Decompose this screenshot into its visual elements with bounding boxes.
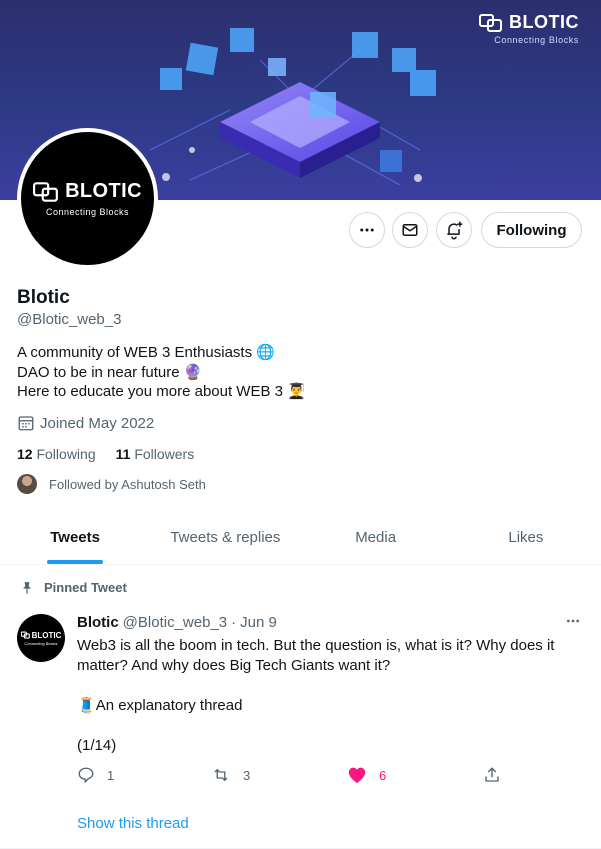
retweet-icon <box>214 768 228 782</box>
avatar-brand-word: BLOTIC <box>65 180 142 202</box>
more-horizontal-icon <box>360 228 374 232</box>
profile-tabs: Tweets Tweets & replies Media Likes <box>0 510 601 565</box>
profile-name: Blotic <box>17 287 70 308</box>
share-button[interactable] <box>483 766 501 784</box>
avatar-brand-tagline: Connecting Blocks <box>45 207 130 217</box>
followers-stat[interactable]: 11 Followers <box>116 446 195 462</box>
tweet-avatar-tagline: Connecting Blocks <box>24 640 58 646</box>
tab-media[interactable]: Media <box>301 510 451 564</box>
globe-icon: 🌐 <box>256 344 275 361</box>
student-icon: 👨‍🎓 <box>286 383 306 400</box>
bio-line: A community of WEB 3 Enthusiasts 🌐 <box>17 343 306 363</box>
following-stat[interactable]: 12 Following <box>17 446 96 462</box>
more-horizontal-icon <box>567 619 579 623</box>
calendar-icon <box>18 416 34 431</box>
bio-text: Here to educate you more about WEB 3 <box>17 383 283 400</box>
show-thread-link[interactable]: Show this thread <box>77 815 189 832</box>
crystal-ball-icon: 🔮 <box>183 363 203 381</box>
tweet-paragraph-text: An explanatory thread <box>95 697 243 714</box>
follower-avatar <box>17 474 37 494</box>
message-button[interactable] <box>392 212 428 248</box>
bio-text: A community of WEB 3 Enthusiasts <box>17 344 253 361</box>
blotic-logo-icon <box>479 13 502 32</box>
like-count: 6 <box>379 767 387 783</box>
bio-line: Here to educate you more about WEB 3 👨‍🎓 <box>17 382 306 402</box>
pinned-label: Pinned Tweet <box>20 580 127 595</box>
tweet-date[interactable]: Jun 9 <box>240 614 277 631</box>
following-label: Following <box>36 446 96 462</box>
followed-by-text: Followed by Ashutosh Seth <box>49 476 206 492</box>
reply-icon <box>78 767 94 784</box>
bio-text: DAO to be in near future <box>17 363 180 381</box>
followed-by[interactable]: Followed by Ashutosh Seth <box>17 474 206 494</box>
tab-tweets[interactable]: Tweets <box>0 510 150 564</box>
tweet-more-button[interactable] <box>560 611 586 631</box>
joined-text: Joined May 2022 <box>40 414 155 432</box>
thread-icon: 🧵 <box>77 697 96 714</box>
followers-label: Followers <box>134 446 195 462</box>
banner-brand-tagline: Connecting Blocks <box>494 35 579 45</box>
blotic-logo-icon <box>20 631 30 639</box>
banner-brand: BLOTIC Connecting Blocks <box>479 12 579 45</box>
bio-line: DAO to be in near future 🔮 <box>17 363 306 383</box>
joined-date: Joined May 2022 <box>17 414 154 432</box>
bell-plus-icon <box>447 221 463 240</box>
more-options-button[interactable] <box>349 212 385 248</box>
profile-bio: A community of WEB 3 Enthusiasts 🌐 DAO t… <box>17 343 306 402</box>
follow-stats: 12 Following 11 Followers <box>17 446 194 462</box>
tweet-actions: 1 3 6 <box>77 766 501 784</box>
tweet-separator: · <box>231 614 237 631</box>
banner-brand-word: BLOTIC <box>509 12 579 32</box>
blotic-logo-icon <box>33 181 58 202</box>
tweet-paragraph: 🧵An explanatory thread <box>77 696 582 716</box>
pinned-text: Pinned Tweet <box>44 580 127 595</box>
profile-avatar[interactable]: BLOTIC Connecting Blocks <box>17 128 158 269</box>
tweet-avatar-word: BLOTIC <box>31 630 62 640</box>
tweet-avatar-row: BLOTIC <box>20 630 62 640</box>
envelope-icon <box>402 224 418 236</box>
reply-count: 1 <box>107 767 115 783</box>
tweet-body: Web3 is all the boom in tech. But the qu… <box>77 636 582 776</box>
profile-handle: @Blotic_web_3 <box>17 311 122 328</box>
pin-icon <box>22 581 32 594</box>
followers-count: 11 <box>115 446 131 462</box>
share-icon <box>485 767 499 782</box>
tweet-paragraph: (1/14) <box>77 737 117 754</box>
tab-tweets-replies[interactable]: Tweets & replies <box>150 510 300 564</box>
tweet-author-handle[interactable]: @Blotic_web_3 <box>123 614 227 631</box>
retweet-count: 3 <box>243 767 251 783</box>
tab-likes[interactable]: Likes <box>451 510 601 564</box>
tweet-paragraph: Web3 is all the boom in tech. But the qu… <box>77 637 555 674</box>
reply-button[interactable]: 1 <box>77 766 211 784</box>
tweet-header: Blotic @Blotic_web_3 · Jun 9 <box>77 614 277 631</box>
heart-icon <box>348 767 366 784</box>
tweet-avatar[interactable]: BLOTIC Connecting Blocks <box>17 614 65 662</box>
retweet-button[interactable]: 3 <box>211 766 347 784</box>
like-button[interactable]: 6 <box>347 766 483 784</box>
notifications-button[interactable] <box>436 212 472 248</box>
following-count: 12 <box>17 446 33 462</box>
tweet-author-name[interactable]: Blotic <box>77 614 119 631</box>
following-button[interactable]: Following <box>481 212 582 248</box>
